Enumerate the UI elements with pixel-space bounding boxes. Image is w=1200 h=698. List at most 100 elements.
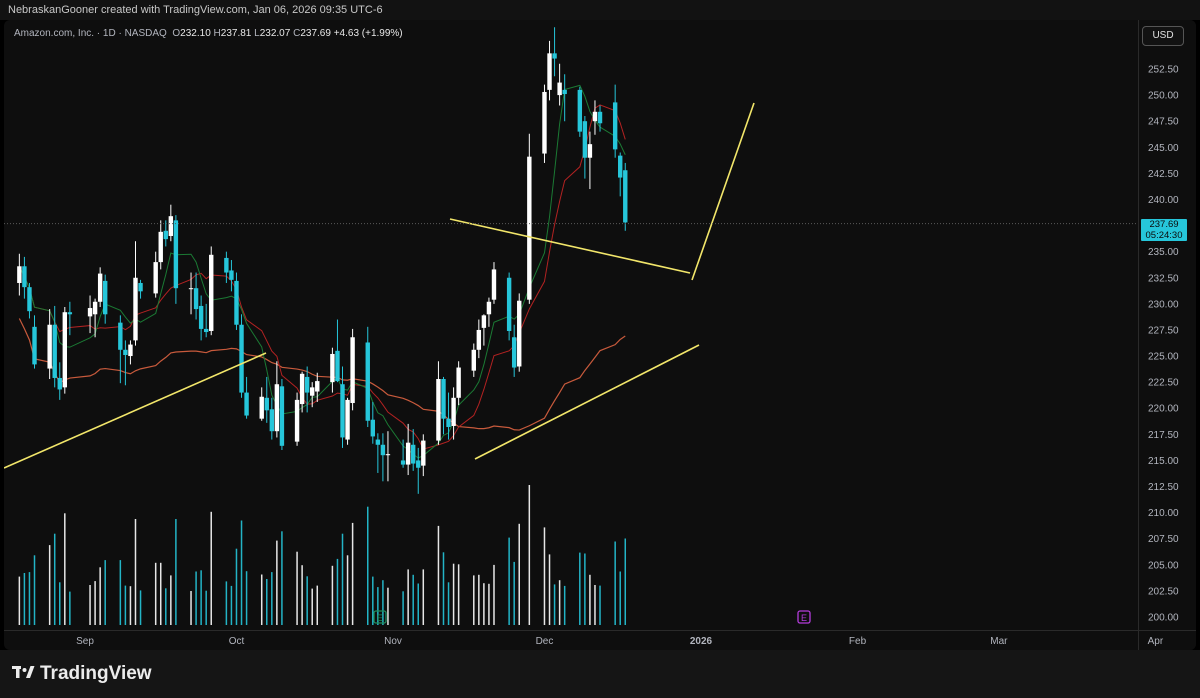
volume-bar: [387, 587, 389, 625]
volume-bar: [94, 581, 96, 625]
y-tick-label: 225.00: [1148, 352, 1179, 363]
candle-body: [158, 231, 163, 263]
volume-bar: [508, 537, 510, 625]
credit-text: NebraskanGooner created with TradingView…: [8, 4, 383, 16]
volume-bar: [276, 540, 278, 625]
candle-body: [67, 312, 73, 315]
volume-bar: [64, 513, 66, 625]
candle-body: [365, 342, 370, 421]
x-tick-label: Mar: [990, 636, 1008, 647]
volume-bar: [619, 571, 621, 625]
candle-body: [259, 396, 264, 419]
candle-body: [310, 387, 315, 396]
candle-body: [188, 288, 194, 290]
candle-body: [269, 409, 275, 432]
trendline-resistance: [449, 218, 691, 274]
volume-bar: [306, 576, 308, 625]
volume-bar: [240, 520, 243, 625]
volume-bar: [296, 551, 298, 625]
legend-low: 232.07: [259, 28, 291, 39]
volume-bar: [483, 583, 485, 625]
legend-high: 237.81: [220, 28, 252, 39]
y-tick-label: 235.00: [1148, 247, 1179, 258]
candle-body: [410, 444, 416, 464]
candle-body: [153, 262, 158, 294]
candle-body: [102, 280, 108, 315]
candle-body: [173, 220, 179, 289]
y-tick-label: 247.50: [1148, 117, 1179, 128]
symbol-legend: Amazon.com, Inc. · 1D · NASDAQ O232.10 H…: [14, 28, 403, 39]
candle-body: [350, 337, 355, 404]
volume-bar: [553, 584, 556, 625]
candle-body: [133, 277, 138, 341]
ma-short-line: [18, 84, 626, 459]
candle-body: [506, 277, 512, 331]
projection-line: [691, 102, 755, 281]
currency-button[interactable]: USD: [1142, 26, 1184, 46]
candle-body: [209, 254, 214, 331]
volume-bar: [190, 591, 192, 625]
candle-body: [163, 230, 168, 240]
volume-bar: [402, 591, 404, 625]
volume-bar: [331, 565, 334, 625]
volume-bar: [271, 572, 273, 625]
candle-body: [57, 377, 62, 390]
volume-bar: [452, 563, 455, 625]
volume-bar: [447, 582, 450, 625]
volume-bar: [457, 564, 460, 625]
y-tick-label: 252.50: [1148, 65, 1179, 76]
candle-body: [547, 53, 552, 90]
volume-bar: [225, 581, 228, 625]
volume-bar: [175, 519, 177, 625]
candle-body: [385, 454, 391, 456]
volume-bar: [69, 591, 71, 625]
candle-body: [315, 381, 320, 392]
candle-body: [481, 315, 487, 328]
candle-body: [168, 216, 174, 237]
volume-bar: [235, 548, 238, 625]
y-tick-label: 202.50: [1148, 586, 1179, 597]
volume-bar: [200, 570, 202, 625]
last-price-value: 237.69: [1149, 219, 1179, 230]
candle-body: [224, 257, 229, 273]
trendline-support-left: [4, 352, 267, 469]
volume-bar: [548, 554, 551, 625]
candle-body: [118, 322, 123, 350]
y-tick-label: 232.50: [1148, 273, 1179, 284]
candle-body: [405, 442, 411, 465]
volume-bar: [170, 575, 172, 625]
volume-bar: [351, 522, 354, 625]
candle-body: [128, 344, 133, 357]
candle-body: [557, 82, 562, 96]
candle-body: [446, 418, 451, 428]
candle-body: [345, 399, 350, 440]
volume-bar: [528, 485, 531, 625]
candle-body: [17, 266, 22, 283]
chart-frame[interactable]: 200.00 202.50 205.00 207.50 210.00 212.50 215.…: [4, 20, 1196, 650]
candle-body: [592, 111, 598, 122]
volume-bar: [266, 579, 268, 625]
candle-body: [511, 337, 517, 368]
volume-bar: [316, 585, 319, 625]
candle-body: [436, 379, 441, 441]
candle-body: [330, 353, 335, 383]
volume-bar: [18, 576, 21, 625]
x-tick-label: Oct: [229, 636, 245, 647]
candle-body: [380, 444, 386, 456]
volume-bar: [281, 531, 283, 625]
y-tick-label: 200.00: [1148, 613, 1179, 624]
candle-body: [451, 397, 456, 426]
volume-bar: [442, 552, 445, 625]
volume-bar: [412, 574, 414, 625]
volume-bar: [245, 571, 248, 625]
earnings-marker-label: E: [377, 613, 383, 623]
candle-body: [229, 270, 234, 280]
candle-body: [274, 384, 280, 432]
candle-body: [335, 350, 340, 382]
volume-bar: [407, 569, 409, 625]
last-price-tag: 237.69 05:24:30: [1141, 219, 1187, 241]
candle-body: [486, 301, 492, 315]
volume-bar: [579, 552, 581, 625]
volume-bar: [422, 569, 425, 625]
price-chart[interactable]: 200.00 202.50 205.00 207.50 210.00 212.50 215.…: [4, 20, 1196, 650]
